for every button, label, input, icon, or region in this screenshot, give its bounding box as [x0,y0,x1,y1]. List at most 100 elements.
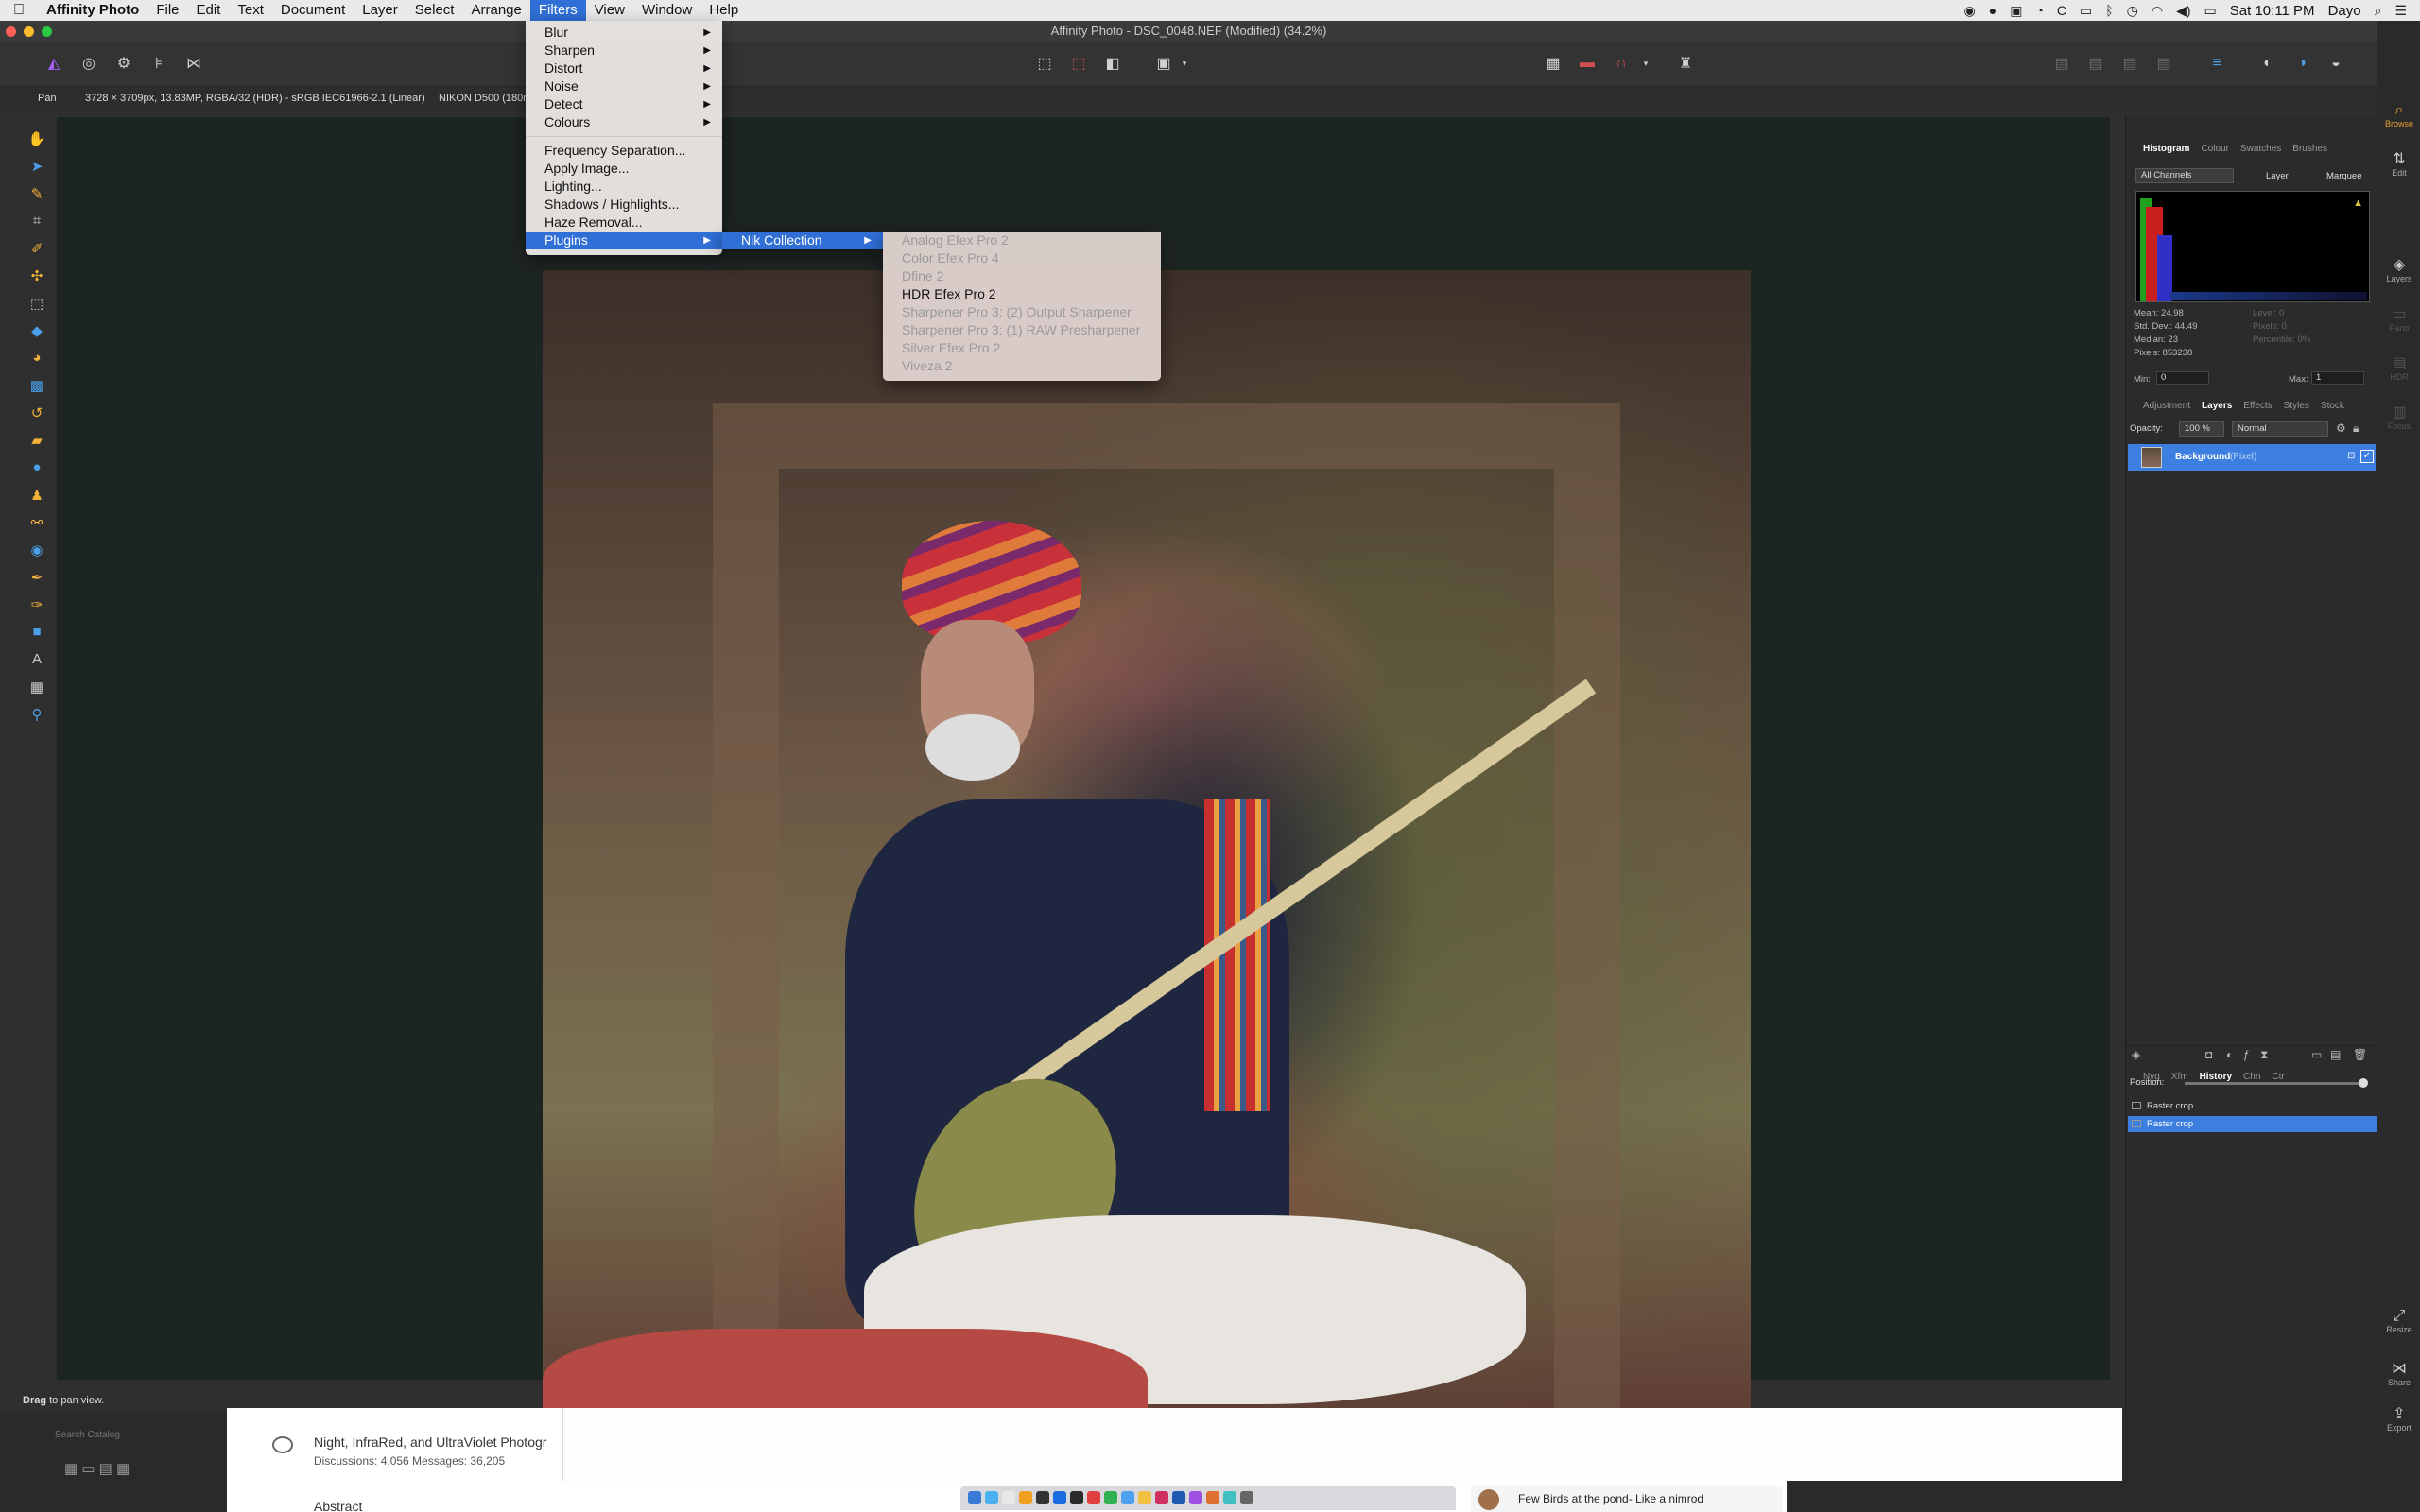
app-icon[interactable] [1036,1491,1049,1504]
backup-icon[interactable]: ▣ [2010,3,2022,19]
grid-view-icon[interactable]: ▦ ▭ ▤ ▦ [64,1460,130,1477]
finder-icon[interactable] [968,1491,981,1504]
clone-tool-icon[interactable]: ♟ [23,481,51,508]
nik-menu-item[interactable]: Dfine 2 [883,267,1161,285]
photo-persona-icon[interactable]: ◭ [42,51,66,76]
menu-window[interactable]: Window [633,0,700,21]
color-picker-tool-icon[interactable]: ✎ [23,180,51,207]
blur-tool-icon[interactable]: ◉ [23,536,51,563]
menu-file[interactable]: File [147,0,187,21]
layers-stack-icon[interactable]: ◈ [2132,1048,2140,1061]
tab-adjustment[interactable]: Adjustment [2143,401,2190,411]
adjustment-icon[interactable]: ◐ [2226,1048,2233,1061]
nik-menu-item[interactable]: Sharpener Pro 3: (1) RAW Presharpener [883,321,1161,339]
tab-character[interactable]: Ctr [2272,1072,2284,1082]
opacity-select[interactable]: 100 % [2179,421,2224,437]
align-icon-4[interactable]: ▤ [2152,51,2176,76]
marquee-checkbox-label[interactable]: Marquee [2326,171,2362,181]
layer-locked-icon[interactable]: ⊡ [2347,451,2355,461]
clock-icon[interactable]: ◷ [2127,3,2138,19]
affinity-dock-icon[interactable] [1189,1491,1202,1504]
nik-menu-item[interactable]: Silver Efex Pro 2 [883,339,1161,357]
menu-item-lighting[interactable]: Lighting... [526,178,722,196]
boolean-subtract-icon[interactable]: ◑ [2290,51,2314,76]
bluetooth-icon[interactable]: ᛒ [2105,3,2113,18]
pattern-tool-icon[interactable]: ▩ [23,371,51,399]
persona-layers[interactable]: ◈ Layers [2378,255,2420,284]
menu-item-apply-image[interactable]: Apply Image... [526,160,722,178]
app-icon[interactable] [1155,1491,1168,1504]
tab-histogram[interactable]: Histogram [2143,144,2189,154]
layer-settings-icon[interactable]: ⚙ [2336,421,2346,435]
close-window-button[interactable] [6,26,16,37]
app-icon[interactable] [1053,1491,1066,1504]
history-row[interactable]: Raster crop [2128,1098,2377,1114]
search-catalog-field[interactable]: Search Catalog [55,1430,120,1440]
persona-share[interactable]: ⋈ Share [2378,1359,2420,1387]
gradient-tool-icon[interactable]: ◕ [23,344,51,371]
group-icon[interactable]: ▭ [2311,1048,2322,1061]
tab-stock[interactable]: Stock [2321,401,2344,411]
persona-resize[interactable]: ⤢ Resize [2378,1308,2420,1334]
history-position-slider[interactable] [2185,1078,2368,1088]
menu-item-plugins[interactable]: Plugins ▶ [526,232,722,249]
tab-swatches[interactable]: Swatches [2240,144,2281,154]
menu-edit[interactable]: Edit [188,0,230,21]
warning-icon[interactable]: ▲ [2353,198,2363,209]
tab-brushes[interactable]: Brushes [2292,144,2327,154]
menu-item-noise[interactable]: Noise ▶ [526,77,722,95]
creative-cloud-icon[interactable]: ◉ [1964,3,1976,19]
tab-colour[interactable]: Colour [2201,144,2228,154]
arrange-icon[interactable]: ≡ [2204,51,2229,76]
tone-mapping-persona-icon[interactable]: ⊧ [147,51,171,76]
notification-center-icon[interactable]: ☰ [2394,3,2407,19]
mask-icon[interactable]: ◘ [2205,1048,2212,1061]
tab-history[interactable]: History [2200,1072,2232,1082]
snapping-dropdown-icon[interactable]: ▾ [1634,51,1658,76]
app-icon[interactable] [1104,1491,1117,1504]
nik-menu-item[interactable]: Analog Efex Pro 2 [883,232,1161,249]
menu-layer[interactable]: Layer [354,0,406,21]
crop-tool-icon[interactable]: ⌗ [23,207,51,234]
marquee-tool-icon[interactable]: ⬚ [23,289,51,317]
minimize-window-button[interactable] [24,26,34,37]
nik-menu-item[interactable]: Color Efex Pro 4 [883,249,1161,267]
menu-document[interactable]: Document [272,0,354,21]
menu-help[interactable]: Help [700,0,747,21]
align-icon-3[interactable]: ▤ [2118,51,2142,76]
fx-icon[interactable]: ƒ [2243,1048,2250,1061]
spotlight-search-icon[interactable]: ⌕ [2375,3,2382,19]
app-icon[interactable]: C [2057,3,2066,18]
text-tool-icon[interactable]: A [23,645,51,673]
align-icon-2[interactable]: ▤ [2083,51,2108,76]
notification-banner[interactable]: Few Birds at the pond- Like a nimrod [1471,1486,1783,1512]
tab-channels[interactable]: Chn [2243,1072,2260,1082]
export-persona-icon[interactable]: ⋈ [182,51,206,76]
battery-icon[interactable]: ▭ [2204,3,2217,19]
snapping-icon[interactable]: ∩ [1609,51,1634,76]
menu-app-name[interactable]: Affinity Photo [38,0,147,21]
menu-item-detect[interactable]: Detect ▶ [526,95,722,113]
nik-menu-item[interactable]: Sharpener Pro 3: (2) Output Sharpener [883,303,1161,321]
persona-pano[interactable]: ▭ Pano [2378,304,2420,333]
hand-tool-icon[interactable]: ✋ [23,125,51,152]
red-eye-tool-icon[interactable]: ↺ [23,399,51,426]
max-field[interactable]: 1 [2311,371,2364,385]
zoom-tool-icon[interactable]: ⚲ [23,700,51,728]
menu-item-blur[interactable]: Blur ▶ [526,24,722,42]
app-icon[interactable] [1138,1491,1151,1504]
nik-menu-item[interactable]: Viveza 2 [883,357,1161,375]
pen-tool-icon[interactable]: ✑ [23,591,51,618]
menu-filters[interactable]: Filters [529,0,586,21]
menu-item-colours[interactable]: Colours ▶ [526,113,722,131]
slider-knob[interactable] [2359,1078,2368,1088]
channels-select[interactable]: All Channels [2135,168,2234,183]
invert-selection-icon[interactable]: ◧ [1100,51,1125,76]
app-icon[interactable] [1070,1491,1083,1504]
persona-hdr[interactable]: ▤ HDR [2378,353,2420,382]
layer-lock-icon[interactable]: 🔒︎ [2353,421,2359,436]
menu-view[interactable]: View [586,0,633,21]
develop-persona-icon[interactable]: ⚙ [112,51,136,76]
app-icon[interactable] [1019,1491,1032,1504]
move-tool-icon[interactable]: ➤ [23,152,51,180]
